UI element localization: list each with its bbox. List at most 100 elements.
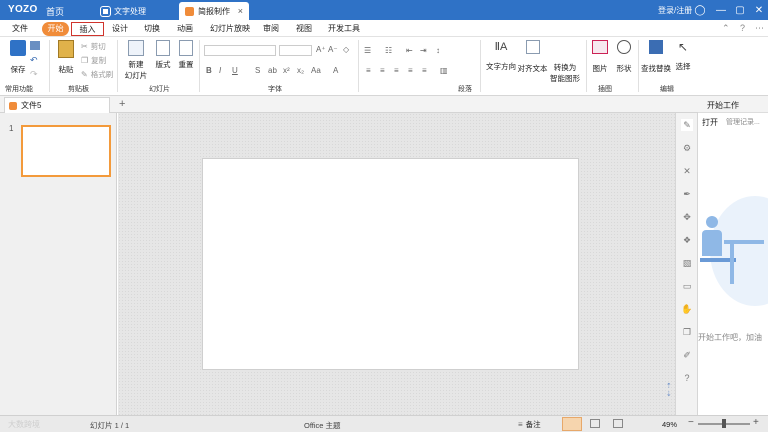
align-text-button[interactable]: 对齐文本: [517, 40, 548, 74]
underline-icon[interactable]: U: [232, 66, 238, 75]
copy-button[interactable]: ❐ 复制: [81, 55, 106, 66]
menu-view[interactable]: 视图: [291, 22, 317, 36]
editing-canvas[interactable]: ⇡ ⇣: [118, 113, 675, 415]
notes-button[interactable]: ≡ 备注: [518, 419, 541, 430]
collapse-ribbon-icon[interactable]: ⌃: [722, 23, 730, 34]
columns-icon[interactable]: ▥: [440, 66, 448, 75]
bold-icon[interactable]: B: [206, 66, 212, 75]
distribute-icon[interactable]: ≡: [422, 66, 427, 75]
slide[interactable]: [202, 158, 579, 370]
select-button[interactable]: ↖ 选择: [674, 40, 692, 72]
menu-transition[interactable]: 切换: [139, 22, 165, 36]
italic-icon[interactable]: I: [219, 66, 221, 75]
document-tab[interactable]: 文件5: [4, 97, 110, 113]
task-pane-title: 开始工作: [707, 101, 739, 110]
group-icon[interactable]: ❖: [681, 234, 693, 246]
subscript-icon[interactable]: x₂: [297, 66, 304, 75]
copy-icon[interactable]: ❐: [681, 326, 693, 338]
menu-animation[interactable]: 动画: [172, 22, 198, 36]
sliders-icon[interactable]: ⚙: [681, 142, 693, 154]
numbering-icon[interactable]: ☷: [385, 46, 392, 55]
menu-file[interactable]: 文件: [7, 22, 33, 36]
group-label-font: 字体: [268, 86, 282, 93]
options-icon[interactable]: ⋯: [755, 23, 764, 34]
maximize-icon[interactable]: ▢: [733, 3, 747, 17]
text-direction-button[interactable]: ⅡA 文字方向: [485, 40, 517, 72]
move-icon[interactable]: ✥: [681, 211, 693, 223]
menu-insert[interactable]: 插入: [71, 22, 104, 36]
image-icon[interactable]: ▧: [681, 257, 693, 269]
font-name-select[interactable]: [204, 45, 276, 56]
save-label: 保存: [10, 65, 26, 74]
tab-word-processor[interactable]: 文字处理: [95, 2, 183, 20]
zoom-in-icon[interactable]: +: [753, 417, 759, 428]
pencil-icon[interactable]: ✎: [681, 119, 693, 131]
increase-indent-icon[interactable]: ⇥: [420, 46, 427, 55]
close-tab-icon[interactable]: ×: [238, 6, 243, 16]
font-color-icon[interactable]: A: [333, 66, 338, 75]
menu-home[interactable]: 开始: [42, 22, 69, 36]
home-tab[interactable]: 首页: [46, 5, 64, 18]
new-slide-button[interactable]: 新建 幻灯片: [122, 40, 150, 81]
slide-thumbnail[interactable]: [21, 125, 111, 177]
layout-button[interactable]: 版式: [154, 40, 172, 70]
picture-icon: [592, 40, 608, 54]
menu-review[interactable]: 审阅: [258, 22, 284, 36]
edit-icon[interactable]: ✐: [681, 349, 693, 361]
menu-slideshow[interactable]: 幻灯片放映: [205, 22, 255, 36]
normal-view-icon[interactable]: [562, 417, 582, 431]
clear-format-icon[interactable]: ◇: [343, 45, 349, 54]
zoom-out-icon[interactable]: −: [688, 417, 694, 428]
zoom-thumb[interactable]: [722, 419, 726, 428]
find-replace-button[interactable]: 查找替换: [641, 40, 671, 74]
undo-icon[interactable]: ↶: [30, 55, 38, 66]
brush-icon: ✎: [81, 70, 88, 79]
account-icon[interactable]: ◯: [693, 3, 707, 17]
shadow-icon[interactable]: S: [255, 66, 260, 75]
help-circle-icon[interactable]: ?: [681, 372, 693, 384]
format-painter-button[interactable]: ✎ 格式刷: [81, 69, 113, 80]
convert-smartart-button[interactable]: 转换为 智能图形: [548, 40, 582, 84]
cut-button[interactable]: ✂ 剪切: [81, 41, 106, 52]
add-tab-icon[interactable]: +: [119, 98, 125, 110]
font-size-select[interactable]: [279, 45, 312, 56]
help-icon[interactable]: ?: [740, 23, 745, 33]
paste-label: 粘贴: [58, 65, 74, 74]
paste-button[interactable]: 粘贴: [55, 40, 77, 75]
print-icon[interactable]: [30, 41, 40, 50]
grow-font-icon[interactable]: A⁺: [316, 45, 326, 54]
align-right-icon[interactable]: ≡: [394, 66, 399, 75]
superscript-icon[interactable]: x²: [283, 66, 290, 75]
slide-sorter-icon[interactable]: [590, 419, 600, 428]
minimize-icon[interactable]: —: [714, 3, 728, 17]
comment-icon[interactable]: ▭: [681, 280, 693, 292]
copy-icon: ❐: [81, 56, 89, 65]
decrease-indent-icon[interactable]: ⇤: [406, 46, 413, 55]
align-left-icon[interactable]: ≡: [366, 66, 371, 75]
strikethrough-icon[interactable]: ab: [268, 66, 277, 75]
align-center-icon[interactable]: ≡: [380, 66, 385, 75]
save-button[interactable]: 保存: [7, 40, 29, 75]
redo-icon[interactable]: ↷: [30, 69, 38, 80]
open-link[interactable]: 打开: [702, 117, 718, 128]
bullets-icon[interactable]: ☰: [364, 46, 371, 55]
menu-developer[interactable]: 开发工具: [323, 22, 365, 36]
shape-button[interactable]: 形状: [614, 40, 634, 74]
zoom-slider[interactable]: [698, 419, 750, 428]
close-window-icon[interactable]: ✕: [752, 3, 766, 17]
tab-presentation[interactable]: 简报制作 ×: [179, 2, 249, 20]
picture-button[interactable]: 图片: [590, 40, 610, 74]
manage-records-link[interactable]: 管理记录...: [726, 117, 760, 127]
reset-button[interactable]: 重置: [177, 40, 195, 70]
slideshow-icon[interactable]: [613, 419, 623, 428]
char-spacing-icon[interactable]: Aa: [311, 66, 321, 75]
justify-icon[interactable]: ≡: [408, 66, 413, 75]
login-link[interactable]: 登录/注册: [658, 5, 692, 16]
menu-design[interactable]: 设计: [107, 22, 133, 36]
crop-icon[interactable]: ✕: [681, 165, 693, 177]
shrink-font-icon[interactable]: A⁻: [328, 45, 338, 54]
brush-icon[interactable]: ✒: [681, 188, 693, 200]
line-spacing-icon[interactable]: ↕: [436, 46, 440, 55]
hand-icon[interactable]: ✋: [681, 303, 693, 315]
scroll-arrows-icon[interactable]: ⇡ ⇣: [666, 383, 672, 399]
